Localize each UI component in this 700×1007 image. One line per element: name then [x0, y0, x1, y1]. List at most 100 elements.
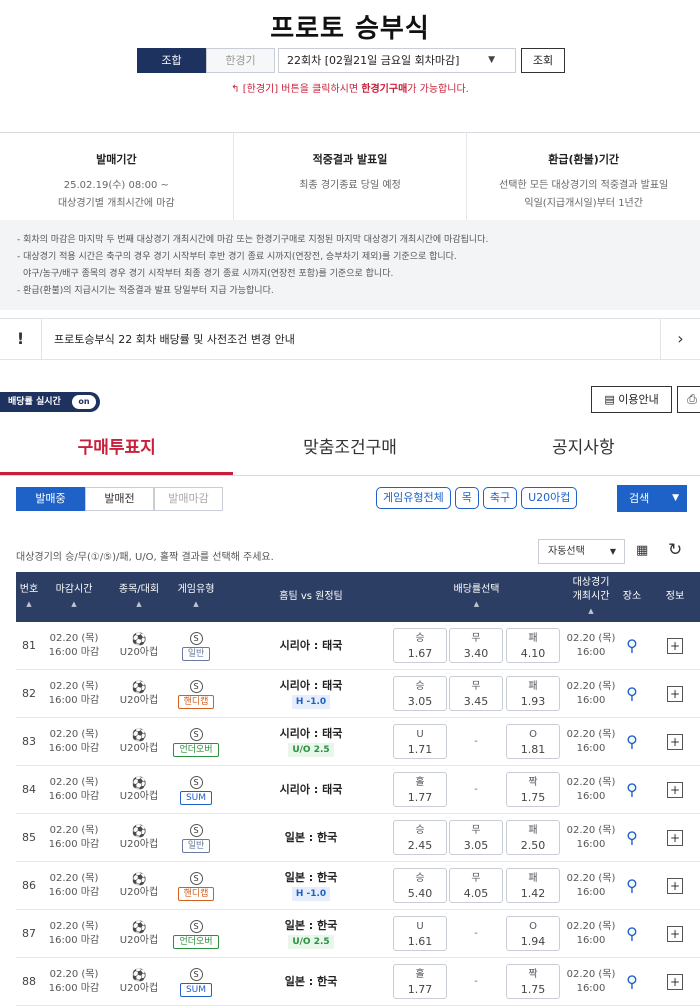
s-icon: S: [189, 919, 203, 933]
auto-select-dropdown[interactable]: 자동선택 ▼: [538, 539, 625, 564]
game-time: 02.20 (목) 16:00: [563, 718, 619, 766]
odds-value: 3.45: [463, 695, 489, 708]
deadline: 02.20 (목) 16:00 마감: [43, 910, 105, 958]
print-icon[interactable]: ⎙: [677, 386, 700, 413]
refresh-icon[interactable]: ↻: [668, 540, 682, 560]
col-no[interactable]: 번호 ▲: [16, 572, 42, 622]
plus-icon[interactable]: +: [667, 926, 683, 942]
plus-icon[interactable]: +: [667, 734, 683, 750]
col-deadline[interactable]: 마감시간 ▲: [43, 572, 105, 622]
odds-label: O: [529, 921, 537, 932]
location-pin-icon[interactable]: ⚲: [621, 814, 643, 862]
odds-draw-button[interactable]: 무 4.05: [449, 868, 503, 903]
match-number: 82: [22, 687, 36, 700]
odds-away-button[interactable]: 패 4.10: [506, 628, 560, 663]
league-name: U20아컵: [119, 838, 159, 850]
odds-draw-button[interactable]: 무 3.05: [449, 820, 503, 855]
odds-away-button[interactable]: 패 1.42: [506, 868, 560, 903]
odds-draw-button[interactable]: 무 3.40: [449, 628, 503, 663]
guide-label: 이용안내: [618, 393, 659, 406]
plus-icon[interactable]: +: [667, 974, 683, 990]
calendar-check-icon[interactable]: ▦: [636, 543, 648, 558]
deadline-date: 02.20 (목): [49, 777, 99, 788]
status-on-sale[interactable]: 발매중: [16, 487, 85, 511]
plus-icon[interactable]: +: [667, 878, 683, 894]
location-pin-icon[interactable]: ⚲: [621, 718, 643, 766]
odds-away-button[interactable]: O 1.81: [506, 724, 560, 759]
round-select[interactable]: 22회차 [02월21일 금요일 회차마감] ▼: [278, 48, 516, 73]
team-names: 시리아 : 태국: [279, 727, 343, 740]
odds-away-button[interactable]: 패 1.93: [506, 676, 560, 711]
location-pin-icon[interactable]: ⚲: [621, 910, 643, 958]
info-title: 적중결과 발표일: [312, 153, 388, 166]
status-before-sale[interactable]: 발매전: [85, 487, 154, 511]
location-pin-icon[interactable]: ⚲: [621, 958, 643, 1006]
game-time: 02.20 (목) 16:00: [563, 670, 619, 718]
odds-home-button[interactable]: 승 2.45: [393, 820, 447, 855]
plus-icon[interactable]: +: [667, 830, 683, 846]
match-number: 85: [22, 831, 36, 844]
toggle-switch[interactable]: on: [72, 395, 96, 409]
notice-bar[interactable]: ! 프로토승부식 22 회차 배당률 및 사전조건 변경 안내 ›: [0, 318, 700, 360]
chevron-right-icon[interactable]: ›: [660, 318, 700, 360]
tab-notices[interactable]: 공지사항: [467, 426, 700, 475]
odds-home-button[interactable]: 승 1.67: [393, 628, 447, 663]
col-type[interactable]: 게임유형 ▲: [171, 572, 221, 622]
handicap-tag: H -1.0: [291, 887, 331, 901]
plus-icon[interactable]: +: [667, 638, 683, 654]
odds-away-button[interactable]: 짝 1.75: [506, 964, 560, 999]
filter-day[interactable]: 목: [454, 487, 479, 509]
tab-custom-purchase[interactable]: 맞춤조건구매: [233, 426, 466, 475]
odds-away-button[interactable]: O 1.94: [506, 916, 560, 951]
odds-value: 4.10: [520, 647, 546, 660]
filter-sport[interactable]: 축구: [482, 487, 518, 509]
combo-button[interactable]: 조합: [137, 48, 206, 73]
tab-betting-slip[interactable]: 구매투표지: [0, 426, 234, 475]
game-date: 02.20 (목): [566, 633, 616, 644]
odds-home-button[interactable]: 승 5.40: [393, 868, 447, 903]
location-pin-icon[interactable]: ⚲: [621, 766, 643, 814]
soccer-ball-icon: ⚽: [131, 631, 147, 646]
info-box: 발매기간 25.02.19(수) 08:00 ~ 대상경기별 개최시간에 마감 …: [0, 132, 700, 220]
odds-home-button[interactable]: 승 3.05: [393, 676, 447, 711]
col-gametime[interactable]: 대상경기 개최시간 ▲: [563, 572, 619, 622]
col-label: 장소: [622, 591, 642, 602]
plus-icon[interactable]: +: [667, 686, 683, 702]
league-name: U20아컵: [119, 694, 159, 706]
location-pin-icon[interactable]: ⚲: [621, 670, 643, 718]
col-match: 홈팀 vs 원정팀: [226, 572, 396, 622]
match-teams: 일본 : 한국 H -1.0: [226, 862, 396, 910]
odds-draw-button[interactable]: 무 3.45: [449, 676, 503, 711]
odds-home-button[interactable]: U 1.71: [393, 724, 447, 759]
odds-away-button[interactable]: 짝 1.75: [506, 772, 560, 807]
search-dropdown[interactable]: 검색 ▼: [617, 485, 687, 512]
odds-draw-empty: -: [474, 784, 478, 795]
location-pin-icon[interactable]: ⚲: [621, 862, 643, 910]
single-game-button[interactable]: 한경기: [206, 48, 275, 73]
location-pin-icon[interactable]: ⚲: [621, 622, 643, 670]
col-odds[interactable]: 배당률선택 ▲: [393, 572, 560, 622]
odds-home-button[interactable]: U 1.61: [393, 916, 447, 951]
filter-game-type[interactable]: 게임유형전체: [376, 487, 451, 509]
realtime-odds-toggle[interactable]: 배당률 실시간 on: [0, 392, 100, 412]
refund-period: 환급(환불)기간 선택한 모든 대상경기의 적중결과 발표일 익일(지급개시일)…: [467, 133, 700, 220]
odds-label: U: [416, 921, 424, 932]
col-sport[interactable]: 종목/대회 ▲: [114, 572, 164, 622]
odds-home-button[interactable]: 홀 1.77: [393, 964, 447, 999]
return-arrow-icon: ↰: [231, 84, 243, 95]
odds-value: 3.05: [463, 839, 489, 852]
odds-draw-empty: -: [474, 976, 478, 987]
odds-label: 패: [528, 633, 538, 644]
odds-away-button[interactable]: 패 2.50: [506, 820, 560, 855]
plus-icon[interactable]: +: [667, 782, 683, 798]
odds-home-button[interactable]: 홀 1.77: [393, 772, 447, 807]
lookup-button[interactable]: 조회: [521, 48, 565, 73]
notice-suffix: 가 가능합니다.: [407, 84, 469, 95]
status-closed[interactable]: 발매마감: [154, 487, 223, 511]
col-info: 정보: [664, 572, 686, 622]
guide-button[interactable]: ▤ 이용안내: [591, 386, 672, 413]
filter-league[interactable]: U20아컵: [521, 487, 578, 509]
s-icon: S: [189, 823, 203, 837]
info-line: 25.02.19(수) 08:00 ~: [63, 180, 169, 191]
deadline-time: 16:00 마감: [48, 839, 100, 850]
